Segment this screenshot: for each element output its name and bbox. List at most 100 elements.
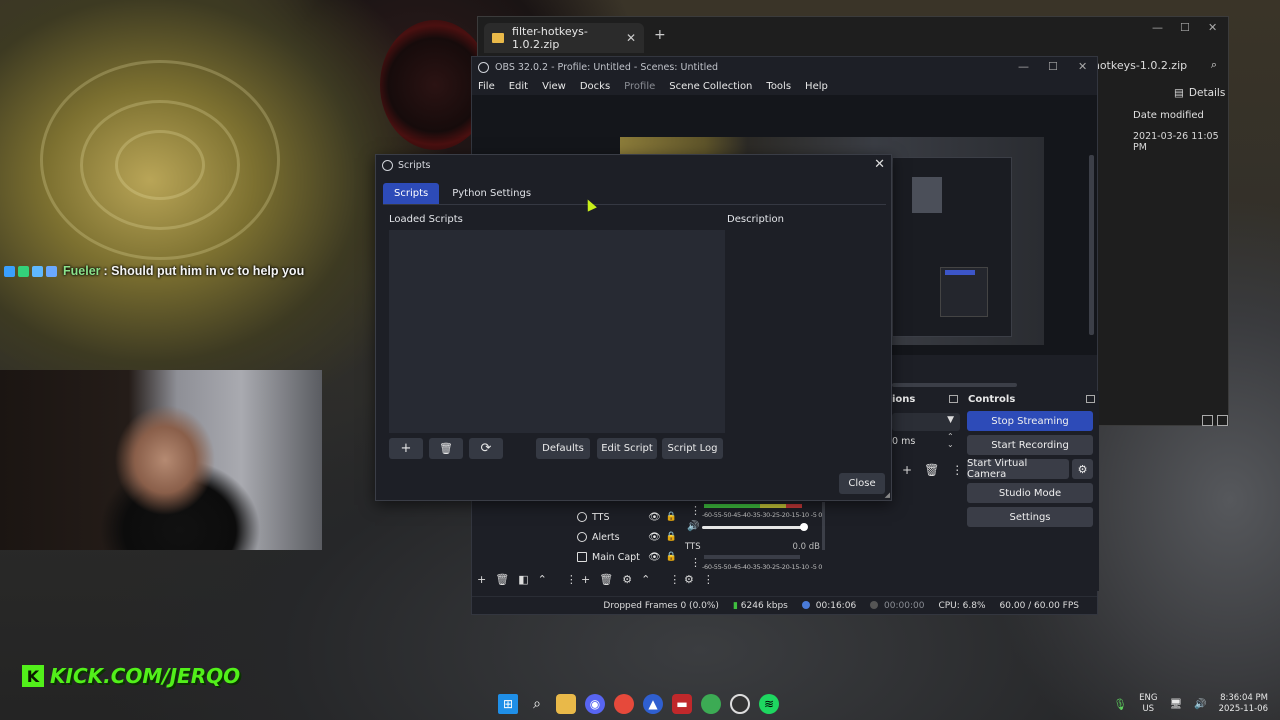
mixer-scrollbar[interactable]: [822, 502, 825, 550]
scene-filters-icon[interactable]: ◧: [518, 573, 528, 586]
remove-transition-icon[interactable]: 🗑: [924, 463, 939, 477]
menu-tools[interactable]: Tools: [766, 81, 791, 92]
source-row[interactable]: Alerts 👁 🔒: [577, 527, 677, 547]
minimize-icon[interactable]: —: [1152, 21, 1163, 34]
mixer-menu-icon[interactable]: ⋮: [690, 556, 701, 569]
source-properties-gear-icon[interactable]: ⚙: [622, 573, 632, 586]
menu-file[interactable]: File: [478, 81, 495, 92]
chrome-icon[interactable]: [701, 694, 721, 714]
add-source-icon[interactable]: +: [581, 573, 590, 586]
eye-icon[interactable]: 👁: [648, 532, 661, 543]
search-icon[interactable]: ⌕: [527, 694, 547, 714]
menu-profile[interactable]: Profile: [624, 81, 655, 92]
close-window-icon[interactable]: ✕: [1208, 21, 1217, 34]
minimize-icon[interactable]: —: [1018, 60, 1029, 73]
close-button[interactable]: Close: [839, 473, 885, 494]
maximize-icon[interactable]: ☐: [1048, 60, 1058, 73]
tiles-view-icon[interactable]: [1217, 415, 1228, 426]
mixer-menu-icon[interactable]: ⋮: [690, 504, 701, 517]
app-icon[interactable]: ▲: [643, 694, 663, 714]
settings-button[interactable]: Settings: [967, 507, 1093, 527]
obs-menu-bar: File Edit View Docks Profile Scene Colle…: [472, 77, 1097, 95]
explorer-tab[interactable]: filter-hotkeys-1.0.2.zip ✕: [484, 23, 644, 53]
menu-docks[interactable]: Docks: [580, 81, 610, 92]
column-header-date-modified[interactable]: Date modified: [1133, 110, 1204, 121]
add-transition-icon[interactable]: +: [902, 463, 912, 477]
remove-scene-icon[interactable]: 🗑: [495, 573, 509, 586]
move-up-icon[interactable]: ⌃: [641, 573, 650, 586]
reload-scripts-button[interactable]: ⟳: [469, 438, 503, 459]
remove-script-button[interactable]: 🗑: [429, 438, 463, 459]
undock-icon[interactable]: [949, 395, 958, 403]
speaker-icon[interactable]: 🔊: [687, 521, 699, 532]
close-tab-icon[interactable]: ✕: [626, 31, 636, 45]
tab-python-settings[interactable]: Python Settings: [441, 183, 542, 204]
file-explorer-icon[interactable]: [556, 694, 576, 714]
clock[interactable]: 8:36:04 PM 2025-11-06: [1219, 693, 1268, 715]
source-row[interactable]: Main Capt 👁 🔒: [577, 547, 677, 567]
undock-icon[interactable]: [1086, 395, 1095, 403]
monitor-icon: [577, 552, 587, 562]
preview-hscrollbar[interactable]: [892, 383, 1017, 387]
globe-icon: [577, 512, 587, 522]
transition-select[interactable]: ▼: [892, 413, 960, 431]
app-icon[interactable]: ▬: [672, 694, 692, 714]
close-icon[interactable]: ✕: [874, 157, 885, 172]
source-menu-icon[interactable]: ⋮: [669, 573, 680, 586]
chat-text: : Should put him in vc to help you: [103, 264, 305, 278]
obs-icon[interactable]: [730, 694, 750, 714]
windows-start-icon[interactable]: ⊞: [498, 694, 518, 714]
source-name: Main Capt: [592, 551, 640, 563]
remove-source-icon[interactable]: 🗑: [599, 573, 613, 586]
source-row[interactable]: TTS 👁 🔒: [577, 507, 677, 527]
volume-icon[interactable]: 🔊: [1194, 699, 1206, 710]
menu-view[interactable]: View: [542, 81, 566, 92]
move-up-icon[interactable]: ⌃: [538, 573, 547, 586]
lock-icon[interactable]: 🔒: [666, 532, 677, 542]
microphone-icon[interactable]: 🎙: [1113, 698, 1127, 711]
start-virtual-camera-button[interactable]: Start Virtual Camera: [967, 458, 1069, 480]
close-window-icon[interactable]: ✕: [1078, 60, 1087, 73]
tab-scripts[interactable]: Scripts: [383, 183, 440, 204]
scene-menu-icon[interactable]: ⋮: [566, 573, 577, 586]
chevron-down-icon: ▼: [947, 415, 954, 425]
edit-script-button[interactable]: Edit Script: [597, 438, 657, 459]
spotify-icon[interactable]: ≋: [759, 694, 779, 714]
chrome-icon[interactable]: [614, 694, 634, 714]
defaults-button[interactable]: Defaults: [536, 438, 590, 459]
gear-icon[interactable]: ⚙: [1072, 459, 1093, 479]
volume-slider-handle[interactable]: [800, 523, 808, 531]
script-log-button[interactable]: Script Log: [662, 438, 723, 459]
network-icon[interactable]: 🖥: [1169, 699, 1182, 710]
chat-badge-icon: [4, 265, 15, 277]
loaded-scripts-list[interactable]: [389, 230, 725, 433]
discord-icon[interactable]: ◉: [585, 694, 605, 714]
start-recording-button[interactable]: Start Recording: [967, 435, 1093, 455]
details-view-icon[interactable]: [1202, 415, 1213, 426]
advanced-audio-icon[interactable]: ⚙: [684, 573, 694, 586]
eye-icon[interactable]: 👁: [648, 552, 661, 563]
stop-streaming-button[interactable]: Stop Streaming: [967, 411, 1093, 431]
menu-help[interactable]: Help: [805, 81, 828, 92]
preview-scrollbar[interactable]: [1089, 155, 1094, 335]
mixer-more-icon[interactable]: ⋮: [703, 573, 714, 586]
bitrate-value: 6246 kbps: [740, 600, 788, 611]
add-script-button[interactable]: +: [389, 438, 423, 459]
transition-duration[interactable]: 0 ms: [892, 436, 915, 447]
resize-grip-icon[interactable]: ◢: [885, 491, 890, 499]
menu-scene-collection[interactable]: Scene Collection: [669, 81, 752, 92]
new-tab-icon[interactable]: +: [654, 27, 666, 43]
maximize-icon[interactable]: ☐: [1180, 21, 1190, 34]
volume-slider[interactable]: [702, 526, 806, 529]
lock-icon[interactable]: 🔒: [666, 552, 677, 562]
lock-icon[interactable]: 🔒: [666, 512, 677, 522]
studio-mode-button[interactable]: Studio Mode: [967, 483, 1093, 503]
language-indicator[interactable]: ENG US: [1139, 693, 1157, 715]
duration-stepper-icon[interactable]: ⌃ ⌄: [947, 433, 954, 449]
obs-title-bar: OBS 32.0.2 - Profile: Untitled - Scenes:…: [472, 57, 1097, 77]
eye-icon[interactable]: 👁: [648, 512, 661, 523]
menu-edit[interactable]: Edit: [509, 81, 528, 92]
add-scene-icon[interactable]: +: [477, 573, 486, 586]
details-button[interactable]: ▤ Details: [1174, 87, 1225, 99]
file-date-cell: 2021-03-26 11:05 PM: [1133, 131, 1219, 153]
